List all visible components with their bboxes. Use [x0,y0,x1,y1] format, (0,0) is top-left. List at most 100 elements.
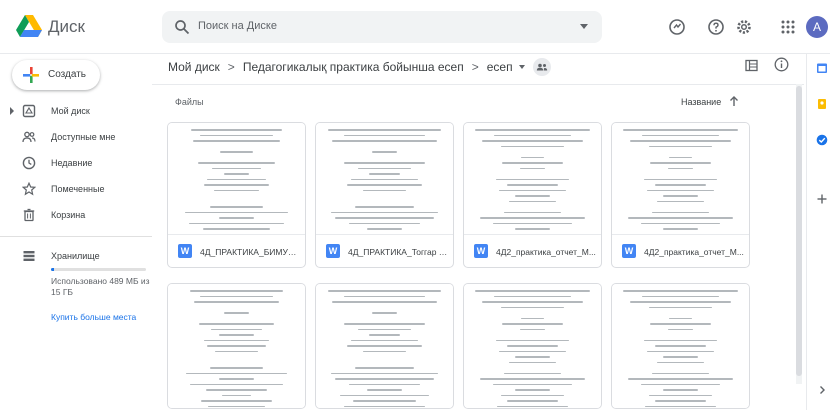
sidebar-item-recent[interactable]: Недавние [0,151,150,175]
file-thumbnail[interactable] [464,123,601,235]
document-text-line [222,394,251,396]
file-card[interactable]: W 4Д_ПРАКТИКА_Тоггар А... [315,122,454,268]
document-text-line [648,233,713,234]
sidebar-item-storage[interactable]: Хранилище [0,244,150,268]
document-text-line [654,345,707,347]
document-text-line [188,222,285,224]
document-text-line [343,134,426,136]
tasks-icon[interactable] [816,134,828,146]
document-text-line [502,162,563,164]
search-bar[interactable]: Поиск на Диске [162,11,602,43]
file-thumbnail[interactable] [168,284,305,408]
document-text-line [369,173,400,175]
shared-folder-icon[interactable] [532,58,551,76]
document-text-line [363,189,406,191]
sidebar-item-my-drive[interactable]: Мой диск [0,99,150,123]
document-text-line [185,211,288,213]
folder-menu-caret-icon[interactable] [518,65,525,69]
file-card[interactable] [463,283,602,409]
top-bar: Диск Поиск на Диске A [0,0,830,54]
expand-panel-chevron-icon[interactable] [816,384,828,396]
keep-notes-icon[interactable] [816,98,828,110]
file-thumbnail[interactable] [316,123,453,235]
file-card[interactable]: W 4Д2_практика_отчет_М... [611,122,750,268]
document-text-line [657,361,704,363]
document-text-line [514,195,551,197]
document-text-line [640,222,721,224]
search-options-icon[interactable] [580,24,588,29]
drive-logo-icon[interactable] [16,14,42,38]
sort-by-name-button[interactable]: Название [681,97,721,107]
document-text-line [506,184,559,186]
document-text-line [500,306,565,308]
search-icon[interactable] [174,19,190,35]
document-text-line [218,378,255,380]
document-text-line [330,211,439,213]
sidebar-item-trash[interactable]: Корзина [0,203,150,227]
buy-storage-link[interactable]: Купить больше места [51,312,136,322]
chevron-right-icon: > [471,60,479,74]
search-input[interactable]: Поиск на Диске [198,20,277,32]
calendar-icon[interactable] [816,62,828,74]
scrollbar-thumb[interactable] [796,86,802,376]
info-icon[interactable] [774,57,789,72]
document-text-line [349,383,420,385]
document-text-line [509,200,556,202]
breadcrumb-item-folder[interactable]: Педагогикалық практика бойынша есеп [243,60,464,74]
document-text-line [662,356,699,358]
file-card[interactable]: W 4Д2_практика_отчет_М... [463,122,602,268]
file-card[interactable]: W 4Д_ПРАКТИКА_БИМУХ... [167,122,306,268]
file-thumbnail[interactable] [612,123,749,235]
file-card[interactable] [611,283,750,409]
document-text-line [492,222,573,224]
offline-status-icon[interactable] [668,18,686,36]
document-text-line [207,345,266,347]
new-button[interactable]: Создать [12,60,100,90]
document-text-line [646,350,715,352]
document-text-line [355,206,414,208]
file-thumbnail[interactable] [168,123,305,235]
settings-gear-icon[interactable] [735,18,753,36]
sidebar-item-label: Хранилище [51,251,100,261]
document-text-line [650,162,711,164]
document-text-line [496,178,569,180]
sidebar-divider [0,236,152,237]
file-thumbnail[interactable] [612,284,749,408]
document-text-line [662,228,699,230]
recent-clock-icon [22,156,36,170]
sidebar-item-label: Доступные мне [51,132,116,142]
document-text-line [493,134,572,136]
document-text-line [331,301,438,303]
breadcrumb-item-current[interactable]: есеп [487,60,513,74]
app-name[interactable]: Диск [48,17,85,37]
breadcrumb-item-my-drive[interactable]: Мой диск [168,60,220,74]
file-card[interactable] [315,283,454,409]
document-text-line [652,211,709,213]
apps-grid-icon[interactable] [779,18,797,36]
document-text-line [497,405,568,407]
file-card[interactable] [167,283,306,409]
document-text-line [623,129,738,131]
document-text-line [371,312,398,314]
expand-arrow-icon[interactable] [10,107,14,115]
document-text-line [500,145,565,147]
add-addon-plus-icon[interactable] [816,193,828,205]
document-text-line [223,173,250,175]
document-text-line [186,372,287,374]
file-thumbnail[interactable] [464,284,601,408]
account-avatar[interactable]: A [806,16,828,38]
file-thumbnail[interactable] [316,284,453,408]
sidebar-item-label: Мой диск [51,106,90,116]
document-text-line [203,184,270,186]
list-view-icon[interactable] [745,59,758,72]
sort-ascending-arrow-icon[interactable] [729,95,739,107]
document-text-line [492,383,573,385]
document-text-line [640,383,721,385]
document-text-line [369,334,400,336]
document-text-line [208,405,265,407]
help-icon[interactable] [707,18,725,36]
document-text-line [498,350,567,352]
main-divider [152,84,804,85]
sidebar-item-shared-with-me[interactable]: Доступные мне [0,125,150,149]
sidebar-item-starred[interactable]: Помеченные [0,177,150,201]
